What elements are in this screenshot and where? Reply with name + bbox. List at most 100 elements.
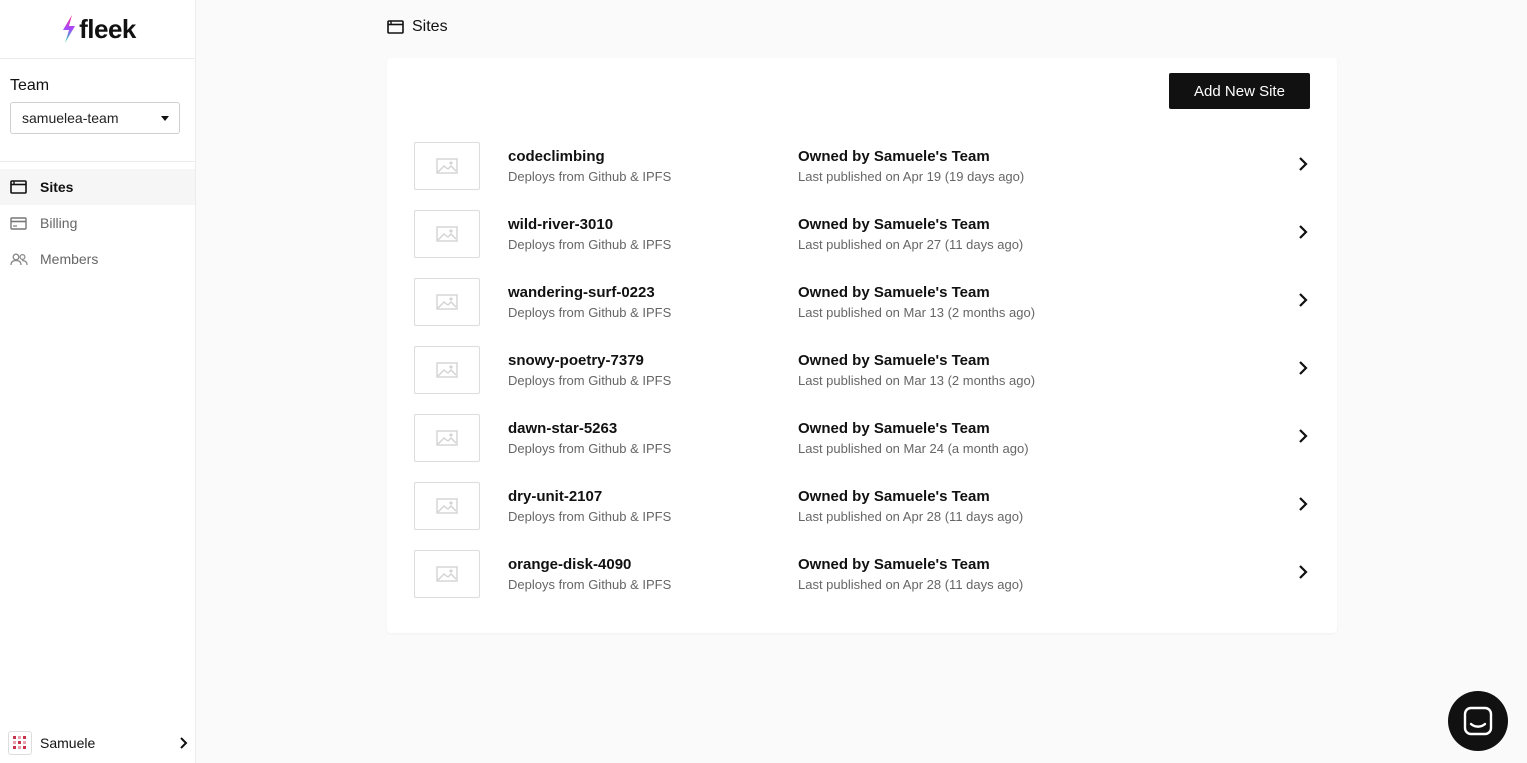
site-info: snowy-poetry-7379 Deploys from Github & I… bbox=[508, 352, 671, 388]
site-thumbnail bbox=[414, 482, 480, 530]
user-name: Samuele bbox=[40, 735, 96, 751]
image-placeholder-icon bbox=[436, 226, 458, 242]
user-menu[interactable]: Samuele bbox=[0, 723, 196, 763]
add-new-site-button[interactable]: Add New Site bbox=[1169, 73, 1310, 109]
site-owner: Owned by Samuele's Team bbox=[798, 148, 990, 165]
site-info: wandering-surf-0223 Deploys from Github &… bbox=[508, 284, 671, 320]
site-info: orange-disk-4090 Deploys from Github & IP… bbox=[508, 556, 671, 592]
site-owner: Owned by Samuele's Team bbox=[798, 216, 990, 233]
page-title: Sites bbox=[412, 18, 448, 35]
site-deploy-source: Deploys from Github & IPFS bbox=[508, 305, 672, 320]
site-info: dawn-star-5263 Deploys from Github & IPFS bbox=[508, 420, 671, 456]
site-thumbnail bbox=[414, 142, 480, 190]
site-owner-info: Owned by Samuele's Team Last published on… bbox=[798, 284, 1035, 320]
site-last-published: Last published on Mar 13 (2 months ago) bbox=[798, 373, 1036, 388]
site-thumbnail bbox=[414, 414, 480, 462]
site-last-published: Last published on Mar 24 (a month ago) bbox=[798, 441, 1029, 456]
site-info: wild-river-3010 Deploys from Github & IPF… bbox=[508, 216, 671, 252]
avatar bbox=[8, 731, 32, 755]
site-row[interactable]: wild-river-3010 Deploys from Github & IPF… bbox=[414, 210, 1310, 278]
team-select[interactable]: samuelea-team bbox=[10, 102, 180, 134]
caret-down-icon bbox=[161, 115, 169, 121]
site-name[interactable]: codeclimbing bbox=[508, 148, 671, 165]
sidebar-item-sites[interactable]: Sites bbox=[0, 169, 195, 205]
chevron-right-icon[interactable] bbox=[1296, 224, 1310, 240]
site-owner: Owned by Samuele's Team bbox=[798, 352, 990, 369]
image-placeholder-icon bbox=[436, 362, 458, 378]
site-name[interactable]: wild-river-3010 bbox=[508, 216, 671, 233]
image-placeholder-icon bbox=[436, 294, 458, 310]
sidebar-item-members[interactable]: Members bbox=[0, 241, 195, 277]
site-owner: Owned by Samuele's Team bbox=[798, 284, 990, 301]
site-name[interactable]: orange-disk-4090 bbox=[508, 556, 671, 573]
sidebar-item-label: Billing bbox=[40, 215, 78, 231]
browser-window-icon bbox=[10, 180, 28, 194]
sidebar: fleek Team samuelea-team Sites Billing M… bbox=[0, 0, 196, 763]
site-owner-info: Owned by Samuele's Team Last published on… bbox=[798, 488, 1023, 524]
site-name[interactable]: dawn-star-5263 bbox=[508, 420, 671, 437]
chevron-right-icon[interactable] bbox=[1296, 564, 1310, 580]
site-owner-info: Owned by Samuele's Team Last published on… bbox=[798, 148, 1024, 184]
site-deploy-source: Deploys from Github & IPFS bbox=[508, 237, 672, 252]
site-row[interactable]: dry-unit-2107 Deploys from Github & IPFS O… bbox=[414, 482, 1310, 550]
logo-bar: fleek bbox=[0, 0, 195, 59]
site-list: codeclimbing Deploys from Github & IPFS Ow… bbox=[414, 142, 1310, 618]
site-row[interactable]: codeclimbing Deploys from Github & IPFS Ow… bbox=[414, 142, 1310, 210]
sidebar-item-label: Sites bbox=[40, 179, 74, 195]
site-owner-info: Owned by Samuele's Team Last published on… bbox=[798, 556, 1023, 592]
site-owner: Owned by Samuele's Team bbox=[798, 556, 990, 573]
site-owner: Owned by Samuele's Team bbox=[798, 488, 990, 505]
sites-card: Add New Site codeclimbing Deploys from Gi… bbox=[387, 58, 1337, 633]
team-select-value: samuelea-team bbox=[22, 110, 119, 126]
site-owner-info: Owned by Samuele's Team Last published on… bbox=[798, 216, 1023, 252]
site-deploy-source: Deploys from Github & IPFS bbox=[508, 373, 672, 388]
site-row[interactable]: dawn-star-5263 Deploys from Github & IPFS… bbox=[414, 414, 1310, 482]
site-deploy-source: Deploys from Github & IPFS bbox=[508, 577, 672, 592]
site-row[interactable]: wandering-surf-0223 Deploys from Github &… bbox=[414, 278, 1310, 346]
help-chat-button[interactable] bbox=[1448, 691, 1508, 751]
site-thumbnail bbox=[414, 346, 480, 394]
page-header: Sites bbox=[387, 18, 448, 36]
sidebar-nav: Sites Billing Members bbox=[0, 169, 195, 277]
site-thumbnail bbox=[414, 550, 480, 598]
site-last-published: Last published on Apr 28 (11 days ago) bbox=[798, 577, 1024, 592]
site-name[interactable]: wandering-surf-0223 bbox=[508, 284, 671, 301]
site-thumbnail bbox=[414, 210, 480, 258]
chevron-right-icon[interactable] bbox=[1296, 496, 1310, 512]
chevron-right-icon[interactable] bbox=[1296, 428, 1310, 444]
site-row[interactable]: snowy-poetry-7379 Deploys from Github & I… bbox=[414, 346, 1310, 414]
chevron-right-icon bbox=[180, 737, 188, 749]
site-last-published: Last published on Mar 13 (2 months ago) bbox=[798, 305, 1036, 320]
site-last-published: Last published on Apr 19 (19 days ago) bbox=[798, 169, 1025, 184]
site-deploy-source: Deploys from Github & IPFS bbox=[508, 169, 672, 184]
image-placeholder-icon bbox=[436, 158, 458, 174]
sidebar-item-billing[interactable]: Billing bbox=[0, 205, 195, 241]
site-thumbnail bbox=[414, 278, 480, 326]
site-info: dry-unit-2107 Deploys from Github & IPFS bbox=[508, 488, 671, 524]
site-last-published: Last published on Apr 27 (11 days ago) bbox=[798, 237, 1024, 252]
site-row[interactable]: orange-disk-4090 Deploys from Github & IP… bbox=[414, 550, 1310, 618]
site-name[interactable]: dry-unit-2107 bbox=[508, 488, 671, 505]
chat-icon bbox=[1463, 706, 1493, 736]
sidebar-item-label: Members bbox=[40, 251, 99, 267]
browser-window-icon bbox=[387, 20, 404, 34]
chevron-right-icon[interactable] bbox=[1296, 360, 1310, 376]
site-deploy-source: Deploys from Github & IPFS bbox=[508, 509, 672, 524]
chevron-right-icon[interactable] bbox=[1296, 156, 1310, 172]
image-placeholder-icon bbox=[436, 566, 458, 582]
image-placeholder-icon bbox=[436, 498, 458, 514]
team-section: Team samuelea-team bbox=[0, 59, 195, 162]
site-deploy-source: Deploys from Github & IPFS bbox=[508, 441, 672, 456]
site-owner-info: Owned by Samuele's Team Last published on… bbox=[798, 420, 1029, 456]
credit-card-icon bbox=[10, 216, 28, 230]
site-name[interactable]: snowy-poetry-7379 bbox=[508, 352, 671, 369]
members-icon bbox=[10, 252, 28, 266]
site-info: codeclimbing Deploys from Github & IPFS bbox=[508, 148, 671, 184]
brand-name: fleek bbox=[79, 13, 136, 44]
lightning-bolt-icon bbox=[63, 15, 76, 43]
team-label: Team bbox=[10, 77, 50, 94]
image-placeholder-icon bbox=[436, 430, 458, 446]
chevron-right-icon[interactable] bbox=[1296, 292, 1310, 308]
fleek-logo[interactable]: fleek bbox=[61, 14, 136, 45]
site-owner: Owned by Samuele's Team bbox=[798, 420, 990, 437]
